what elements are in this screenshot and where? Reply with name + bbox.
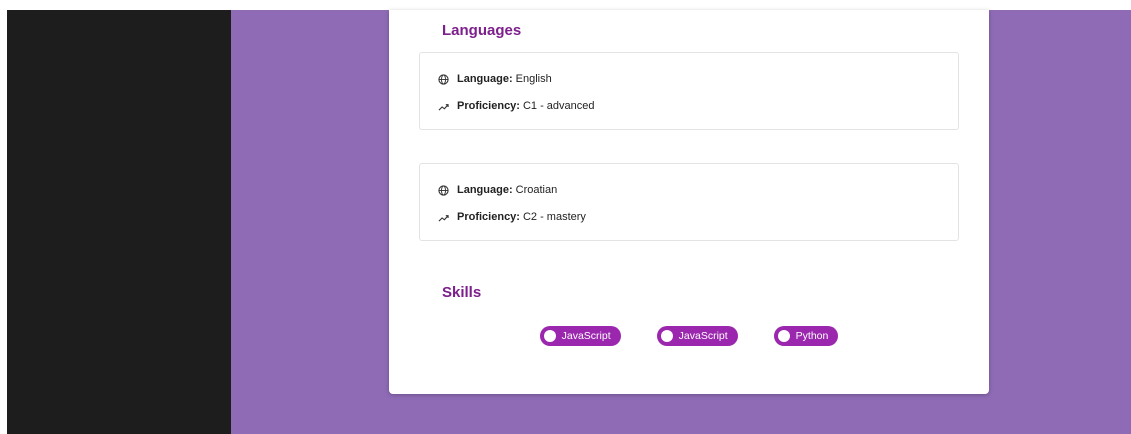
trending-up-icon [438, 103, 449, 111]
left-dark-panel [7, 10, 231, 434]
language-row: Language: English [438, 73, 552, 85]
chip-dot-icon [543, 330, 556, 342]
proficiency-label: Proficiency: [457, 211, 520, 223]
language-card-english: Language: English Proficiency: C1 - adva… [419, 52, 959, 130]
skill-chip-javascript-2[interactable]: JavaScript [656, 326, 738, 346]
language-value: English [515, 73, 552, 85]
page-background: Languages Language: English Proficiency:… [231, 10, 1131, 434]
language-row: Language: Croatian [438, 184, 557, 196]
skills-title: Skills [442, 284, 482, 301]
proficiency-row: Proficiency: C1 - advanced [438, 100, 595, 112]
globe-icon [438, 73, 449, 85]
app-frame: Languages Language: English Proficiency:… [7, 10, 1131, 434]
proficiency-row: Proficiency: C2 - mastery [438, 211, 586, 223]
profile-card: Languages Language: English Proficiency:… [389, 10, 989, 394]
skill-chip-label: Python [795, 330, 829, 342]
chip-dot-icon [777, 330, 790, 342]
proficiency-value: C1 - advanced [522, 100, 595, 112]
language-label: Language: [457, 184, 513, 196]
language-value: Croatian [515, 184, 558, 196]
globe-icon [438, 184, 449, 196]
trending-up-icon [438, 214, 449, 222]
skill-chip-label: JavaScript [678, 330, 728, 342]
skill-chip-javascript[interactable]: JavaScript [539, 326, 621, 346]
language-label: Language: [457, 73, 513, 85]
proficiency-label: Proficiency: [457, 100, 520, 112]
chip-dot-icon [660, 330, 673, 342]
skill-chip-label: JavaScript [561, 330, 611, 342]
language-card-croatian: Language: Croatian Proficiency: C2 - mas… [419, 163, 959, 241]
skills-list: JavaScript JavaScript Python [389, 326, 989, 346]
skill-chip-python[interactable]: Python [773, 326, 839, 346]
proficiency-value: C2 - mastery [522, 211, 586, 223]
languages-title: Languages [442, 22, 522, 39]
